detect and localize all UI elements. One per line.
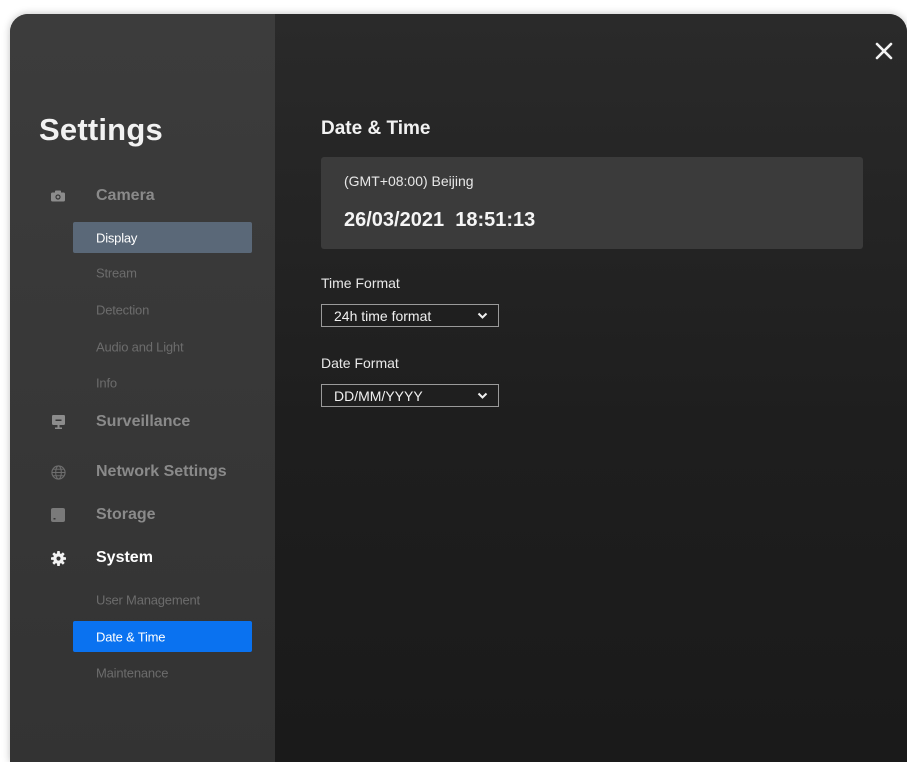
nav-item-label: User Management — [96, 592, 200, 607]
nav-item-date-time[interactable]: Date & Time — [73, 621, 252, 652]
nav-group-surveillance[interactable]: Surveillance — [10, 405, 275, 439]
nav-item-display[interactable]: Display — [73, 222, 252, 253]
nav-item-info[interactable]: Info — [73, 367, 252, 398]
nav-group-network-settings[interactable]: Network Settings — [10, 455, 275, 489]
nav-group-label: Network Settings — [96, 463, 227, 480]
date-format-label: Date Format — [321, 355, 399, 371]
nav-item-label: Detection — [96, 302, 150, 317]
nav-item-user-management[interactable]: User Management — [73, 584, 252, 615]
select-value: 24h time format — [334, 307, 432, 324]
sidebar: Settings Camera Display Stream Detection… — [10, 14, 275, 762]
storage-icon — [50, 507, 66, 523]
monitor-icon — [50, 414, 66, 430]
chevron-down-icon — [477, 392, 488, 399]
nav-item-label: Date & Time — [96, 629, 166, 644]
nav-item-label: Stream — [96, 265, 137, 280]
time-format-label: Time Format — [321, 275, 400, 291]
nav-item-stream[interactable]: Stream — [73, 257, 252, 288]
nav-item-audio-and-light[interactable]: Audio and Light — [73, 331, 252, 362]
nav-item-label: Maintenance — [96, 665, 169, 680]
nav-item-detection[interactable]: Detection — [73, 294, 252, 325]
chevron-down-icon — [477, 312, 488, 319]
nav-item-label: Audio and Light — [96, 339, 184, 354]
nav-group-system[interactable]: System — [10, 541, 275, 575]
nav-group-label: Storage — [96, 506, 156, 523]
settings-title: Settings — [39, 112, 163, 147]
main-panel: Date & Time (GMT+08:00) Beijing 26/03/20… — [275, 14, 907, 762]
nav-group-label: System — [96, 549, 153, 566]
nav-group-camera[interactable]: Camera — [10, 179, 275, 213]
select-value: DD/MM/YYYY — [334, 387, 423, 404]
close-button[interactable] — [873, 40, 895, 62]
nav-item-maintenance[interactable]: Maintenance — [73, 657, 252, 688]
settings-window: Settings Camera Display Stream Detection… — [10, 14, 907, 762]
time-format-select[interactable]: 24h time format — [321, 304, 499, 327]
nav-group-storage[interactable]: Storage — [10, 498, 275, 532]
nav-group-label: Surveillance — [96, 413, 191, 430]
timezone-label: (GMT+08:00) Beijing — [344, 173, 474, 189]
nav-item-label: Display — [96, 230, 138, 245]
camera-icon — [50, 188, 66, 204]
current-datetime: 26/03/2021 18:51:13 — [344, 209, 536, 231]
nav-group-label: Camera — [96, 187, 155, 204]
gear-icon — [50, 550, 66, 566]
date-format-select[interactable]: DD/MM/YYYY — [321, 384, 499, 407]
globe-icon — [50, 464, 66, 480]
nav-item-label: Info — [96, 375, 117, 390]
page-title: Date & Time — [321, 118, 431, 139]
current-time-card: (GMT+08:00) Beijing 26/03/2021 18:51:13 — [321, 157, 863, 249]
close-icon — [875, 42, 893, 60]
